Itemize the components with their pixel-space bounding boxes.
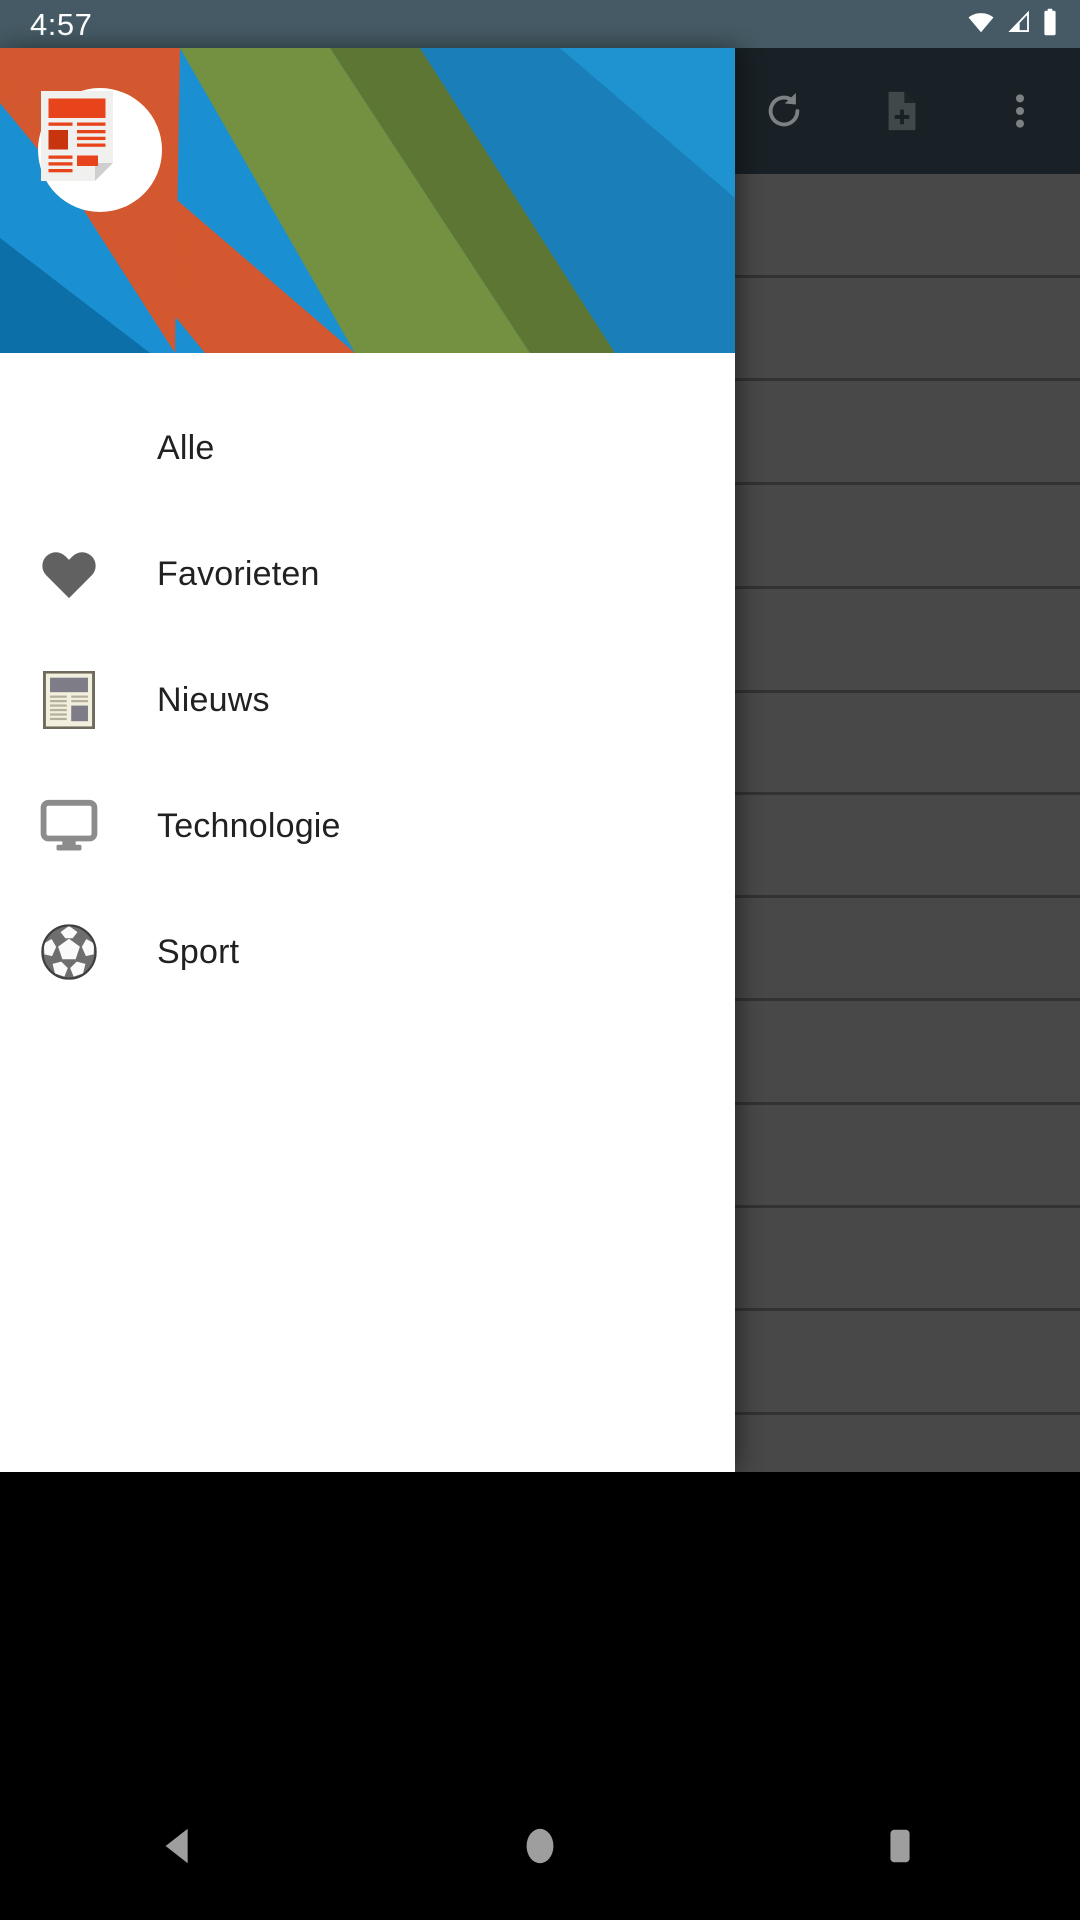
back-button[interactable]	[125, 1791, 235, 1901]
drawer-item-nieuws[interactable]: Nieuws	[0, 637, 735, 763]
navigation-drawer[interactable]: Alle Favorieten Nieuws Technologie Sport	[0, 48, 735, 1472]
drawer-item-label: Technologie	[157, 807, 341, 845]
soccer-ball-icon	[38, 921, 100, 983]
status-bar-icons	[966, 8, 1058, 41]
drawer-item-label: Nieuws	[157, 681, 270, 719]
triangle-back-icon	[165, 1828, 188, 1864]
status-bar: 4:57	[0, 0, 1080, 48]
overflow-menu-button[interactable]	[990, 81, 1050, 141]
app-avatar	[38, 88, 162, 212]
drawer-item-favorieten[interactable]: Favorieten	[0, 511, 735, 637]
drawer-item-label: Sport	[157, 933, 240, 971]
status-bar-clock: 4:57	[30, 6, 93, 42]
newspaper-icon	[38, 669, 100, 731]
drawer-item-label: Favorieten	[157, 555, 320, 593]
newspaper-app-icon	[41, 91, 113, 181]
android-navigation-bar	[0, 1772, 1080, 1920]
cellular-signal-icon	[1005, 9, 1033, 40]
drawer-header	[0, 48, 735, 353]
wifi-icon	[966, 9, 996, 40]
drawer-item-alle[interactable]: Alle	[0, 385, 735, 511]
drawer-item-label: Alle	[157, 429, 215, 467]
monitor-icon	[38, 795, 100, 857]
square-recents-icon	[890, 1829, 910, 1863]
android-screen: 4:57 Alle Favorieten Nieuws Technologie …	[0, 0, 1080, 1920]
no-icon-placeholder	[38, 417, 100, 479]
home-button[interactable]	[485, 1791, 595, 1901]
refresh-button[interactable]	[754, 81, 814, 141]
add-feed-button[interactable]	[872, 81, 932, 141]
battery-icon	[1042, 8, 1058, 41]
drawer-menu[interactable]: Alle Favorieten Nieuws Technologie Sport	[0, 353, 735, 1015]
circle-home-icon	[526, 1828, 554, 1864]
heart-icon	[38, 543, 100, 605]
drawer-item-technologie[interactable]: Technologie	[0, 763, 735, 889]
recents-button[interactable]	[845, 1791, 955, 1901]
drawer-item-sport[interactable]: Sport	[0, 889, 735, 1015]
